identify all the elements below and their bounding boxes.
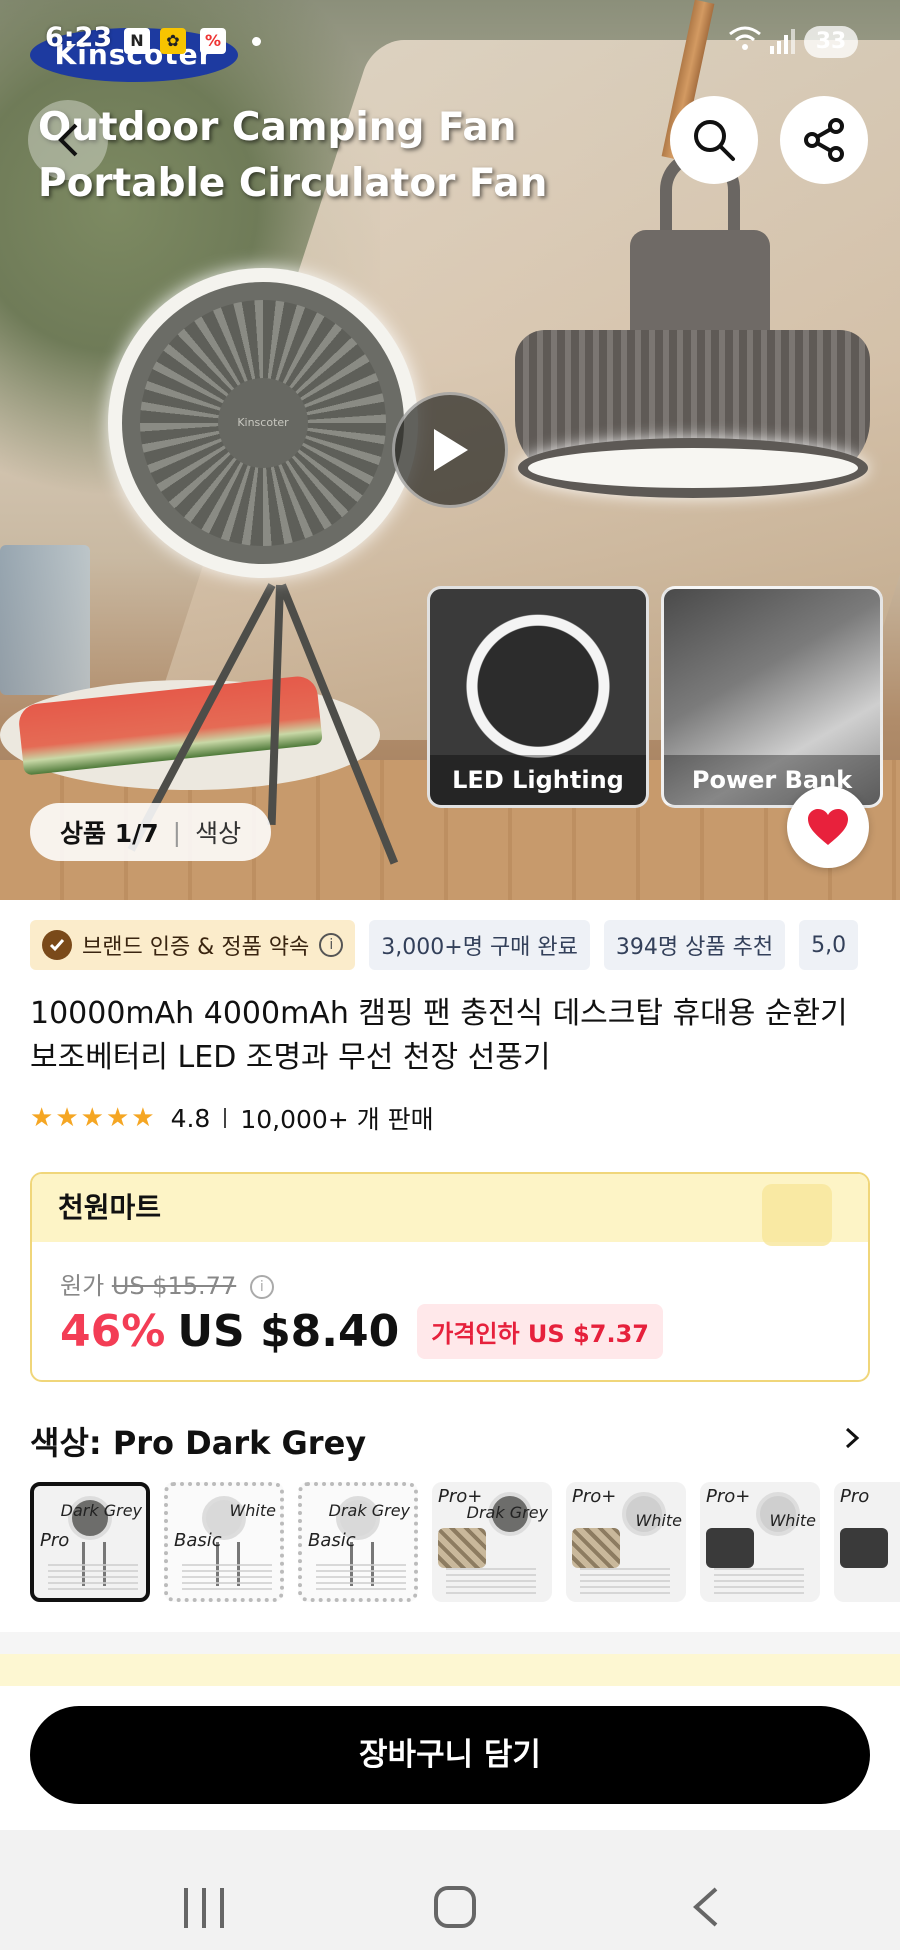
swatch-label: Basic [308, 1530, 356, 1551]
image-counter[interactable]: 상품 1/7 | 색상 [30, 803, 272, 861]
hero-title: Outdoor Camping Fan Portable Circulator … [38, 100, 547, 212]
section-divider [0, 1632, 900, 1654]
recommend-count-chip: 394명 상품 추천 [603, 920, 786, 970]
wishlist-button[interactable] [787, 786, 869, 868]
swatch-pro-dark-grey[interactable]: Dark Grey Pro [30, 1482, 150, 1602]
swatch-basic-dark-grey[interactable]: Drak Grey Basic [298, 1482, 418, 1602]
brand-certified-chip[interactable]: 브랜드 인증 & 정품 약속 i [30, 920, 356, 970]
notification-app-icon: ✿ [160, 28, 186, 54]
wifi-icon [729, 26, 761, 50]
hero-title-line2: Portable Circulator Fan [38, 161, 548, 206]
star-icon: ★ [105, 1103, 130, 1133]
store-name: 천원마트 [58, 1191, 162, 1224]
sold-count: 10,000+ 개 판매 [240, 1105, 434, 1134]
swatch-proplus-dark-grey[interactable]: Pro+ Drak Grey [432, 1482, 552, 1602]
product-title: 10000mAh 4000mAh 캠핑 팬 충전식 데스크탑 휴대용 순환기 보… [30, 996, 848, 1075]
extra-chip: 5,0 [799, 920, 859, 970]
status-bar: 6:23 N ✿ % 33 [0, 0, 900, 80]
price-card: 천원마트 원가 US $15.77 i 46% US $8.40 가격인하 US… [30, 1172, 870, 1382]
selected-color-label[interactable]: 색상: Pro Dark Grey [30, 1418, 366, 1464]
swatch-pro-partial[interactable]: Pro [834, 1482, 900, 1602]
star-icon: ★ [30, 1103, 54, 1133]
promo-band [0, 1654, 900, 1686]
star-icon: ★ [131, 1103, 155, 1133]
swatch-label: Drak Grey [328, 1501, 410, 1520]
info-icon[interactable]: i [249, 1275, 274, 1299]
rating-separator [224, 1108, 227, 1128]
status-time: 6:23 [45, 22, 113, 53]
info-icon[interactable]: i [319, 933, 344, 957]
price-cut-badge: 가격인하 US $7.37 [417, 1304, 663, 1359]
star-icon: ★ [55, 1103, 79, 1133]
swatch-proplus-white-camo[interactable]: Pro+ White [566, 1482, 686, 1602]
color-swatches: Dark Grey Pro White Basic Drak Grey Basi… [30, 1482, 900, 1604]
swatch-proplus-white-dark[interactable]: Pro+ White [700, 1482, 820, 1602]
play-icon [434, 429, 468, 471]
thumbnail-led-lighting[interactable]: LED Lighting [427, 586, 649, 808]
add-to-cart-button[interactable]: 장바구니 담기 [30, 1706, 870, 1804]
system-nav-bar [0, 1830, 900, 1950]
rating-row[interactable]: ★ ★ ★ ★ ★ 4.8 10,000+ 개 판매 [30, 1100, 434, 1136]
share-button[interactable] [780, 96, 868, 184]
home-icon[interactable] [434, 1886, 476, 1928]
swatch-basic-white[interactable]: White Basic [164, 1482, 284, 1602]
battery-indicator: 33 [804, 26, 858, 58]
notification-n-icon: N [124, 28, 150, 54]
recent-apps-icon[interactable] [184, 1888, 224, 1928]
trust-chips: 브랜드 인증 & 정품 약속 i 3,000+명 구매 완료 394명 상품 추… [30, 920, 900, 972]
verified-badge-icon [42, 930, 72, 960]
original-price-label: 원가 [60, 1272, 105, 1300]
swatch-label: Dark Grey [60, 1501, 142, 1520]
star-icon: ★ [80, 1103, 104, 1133]
search-icon [694, 120, 735, 161]
heart-icon [808, 809, 848, 845]
counter-separator: | [172, 817, 182, 847]
original-price: US $15.77 [111, 1272, 237, 1300]
search-button[interactable] [670, 96, 758, 184]
glass-cup [0, 545, 90, 695]
share-icon [804, 118, 844, 162]
fan-logo: Kinscoter [218, 378, 308, 468]
original-price-row: 원가 US $15.77 i [60, 1266, 274, 1301]
rating-score: 4.8 [170, 1103, 211, 1133]
swatch-label: Pro [840, 1486, 870, 1507]
back-button[interactable] [28, 100, 108, 180]
store-header[interactable]: 천원마트 [32, 1174, 868, 1246]
product-image-carousel[interactable]: Kinscoter Kinscoter Outdoor Camping Fan … [0, 0, 900, 900]
brand-certified-label: 브랜드 인증 & 정품 약속 [82, 935, 310, 960]
current-price-row: 46% US $8.40 가격인하 US $7.37 [60, 1304, 663, 1359]
swatch-label: Pro [40, 1530, 70, 1551]
play-video-button[interactable] [392, 392, 508, 508]
back-nav-icon[interactable] [690, 1886, 722, 1928]
swatch-label: Drak Grey [466, 1503, 548, 1522]
hero-title-line1: Outdoor Camping Fan [38, 105, 517, 150]
thumbnail-caption: LED Lighting [430, 755, 646, 805]
swatch-label: Basic [174, 1530, 222, 1551]
signal-icon [770, 29, 795, 54]
chevron-left-icon [58, 123, 78, 157]
swatch-label: Pro+ [706, 1486, 751, 1507]
swatch-label: Pro+ [572, 1486, 617, 1507]
purchased-count-chip: 3,000+명 구매 완료 [369, 920, 590, 970]
chevron-right-icon[interactable] [840, 1426, 864, 1450]
color-shortcut[interactable]: 색상 [195, 814, 241, 850]
swatch-label: White [769, 1511, 816, 1530]
swatch-label: White [229, 1501, 276, 1520]
notification-app-icon-2: % [200, 28, 226, 54]
shopping-bag-icon [762, 1184, 832, 1246]
current-price: US $8.40 [177, 1306, 400, 1357]
swatch-label: White [635, 1511, 682, 1530]
notification-dot [252, 37, 261, 46]
discount-percent: 46% [60, 1306, 166, 1357]
image-index: 상품 1/7 [60, 819, 159, 848]
thumbnail-power-bank[interactable]: Power Bank [661, 586, 883, 808]
